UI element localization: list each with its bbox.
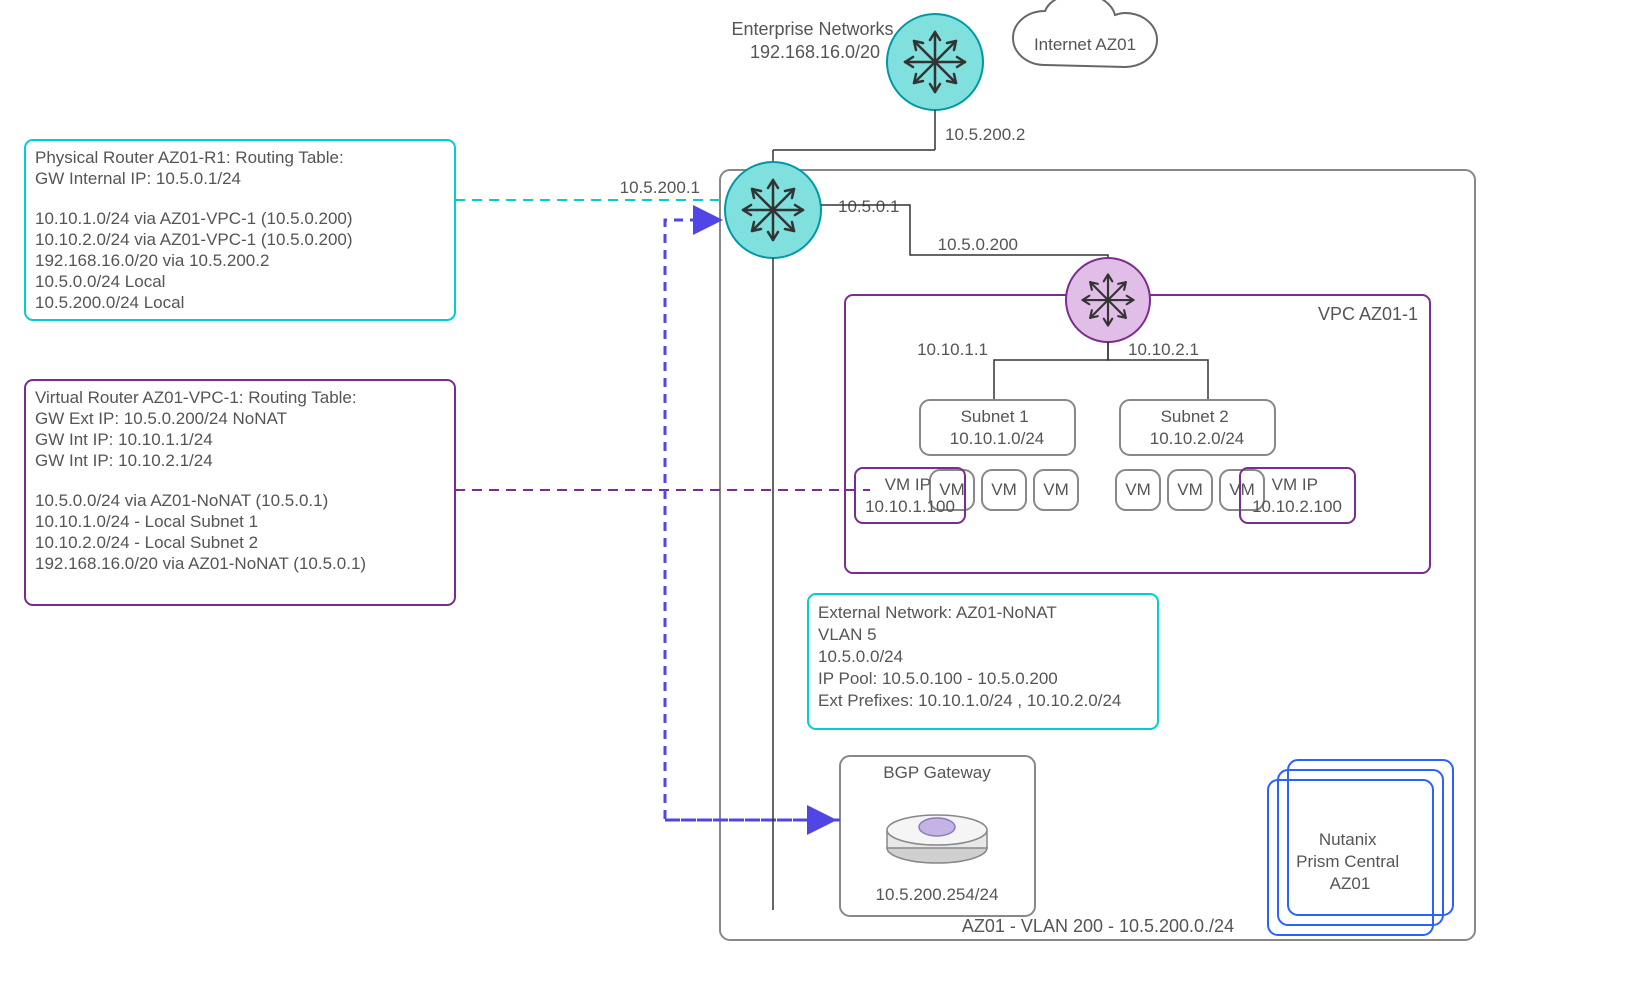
svg-text:10.5.200.0/24 Local: 10.5.200.0/24 Local: [35, 293, 184, 312]
svg-text:External Network: AZ01-NoNAT: External Network: AZ01-NoNAT: [818, 603, 1057, 622]
svg-text:10.5.0.0/24: 10.5.0.0/24: [818, 647, 903, 666]
vpc-router-icon: [1066, 258, 1150, 342]
svg-text:VM: VM: [991, 480, 1017, 499]
svg-text:GW Int IP: 10.10.1.1/24: GW Int IP: 10.10.1.1/24: [35, 430, 213, 449]
bgp-to-physrouter-arrow: [665, 220, 840, 820]
svg-text:Internet AZ01: Internet AZ01: [1034, 35, 1136, 54]
vpc-container: [845, 295, 1430, 573]
svg-text:Nutanix Prism Central: Nutanix Prism Central AZ01: [1296, 830, 1404, 893]
svg-text:10.10.2.0/24 - Local Subnet 2: 10.10.2.0/24 - Local Subnet 2: [35, 533, 258, 552]
internet-cloud: Internet AZ01: [1013, 0, 1157, 67]
svg-text:Ext Prefixes: 10.10.1.0/24 , 1: Ext Prefixes: 10.10.1.0/24 , 10.10.2.0/2…: [818, 691, 1121, 710]
svg-text:10.10.2.0/24 via AZ01-VPC-1 (1: 10.10.2.0/24 via AZ01-VPC-1 (10.5.0.200): [35, 230, 353, 249]
bgp-title: BGP Gateway: [883, 763, 991, 782]
subnet2-gw: 10.10.2.1: [1128, 340, 1199, 359]
svg-text:VM: VM: [1125, 480, 1151, 499]
enterprise-router-icon: [887, 14, 983, 110]
physical-router-routing-box: Physical Router AZ01-R1: Routing Table: …: [25, 140, 455, 320]
svg-text:GW Internal IP: 10.5.0.1/24: GW Internal IP: 10.5.0.1/24: [35, 169, 241, 188]
svg-text:10.10.1.0/24 via AZ01-VPC-1 (1: 10.10.1.0/24 via AZ01-VPC-1 (10.5.0.200): [35, 209, 353, 228]
svg-text:10.10.1.0/24 - Local Subnet 1: 10.10.1.0/24 - Local Subnet 1: [35, 512, 258, 531]
bgp-device-icon: [887, 815, 987, 863]
physical-router-icon: [725, 162, 821, 258]
svg-text:GW Ext IP: 10.5.0.200/24 NoNAT: GW Ext IP: 10.5.0.200/24 NoNAT: [35, 409, 287, 428]
enterprise-link-ip: 10.5.200.2: [945, 125, 1025, 144]
phys-router-wan-ip: 10.5.200.1: [620, 178, 700, 197]
svg-text:10.5.0.0/24 via AZ01-NoNAT (10: 10.5.0.0/24 via AZ01-NoNAT (10.5.0.1): [35, 491, 328, 510]
svg-text:IP Pool: 10.5.0.100 - 10.5.0.2: IP Pool: 10.5.0.100 - 10.5.0.200: [818, 669, 1058, 688]
svg-text:VM: VM: [1043, 480, 1069, 499]
subnet1-gw: 10.10.1.1: [917, 340, 988, 359]
subnet2-label: Subnet 2 10.10.2.0/24: [1150, 407, 1245, 448]
enterprise-label: Enterprise Networks 192.168.16.0/20: [731, 19, 898, 62]
external-network-box: External Network: AZ01-NoNAT VLAN 5 10.5…: [808, 594, 1158, 729]
svg-text:VLAN 5: VLAN 5: [818, 625, 877, 644]
svg-text:Virtual Router AZ01-VPC-1: Rou: Virtual Router AZ01-VPC-1: Routing Table…: [35, 388, 357, 407]
prism-central-stack: Nutanix Prism Central AZ01: [1268, 760, 1453, 935]
vm-row: VM VM VM VM VM VM: [930, 470, 1264, 510]
phys-router-lan-ip: 10.5.0.1: [838, 197, 899, 216]
bgp-ip: 10.5.200.254/24: [876, 885, 999, 904]
svg-text:VM: VM: [1229, 480, 1255, 499]
virtual-router-routing-box: Virtual Router AZ01-VPC-1: Routing Table…: [25, 380, 455, 605]
svg-text:10.5.0.0/24 Local: 10.5.0.0/24 Local: [35, 272, 165, 291]
svg-text:GW Int IP: 10.10.2.1/24: GW Int IP: 10.10.2.1/24: [35, 451, 213, 470]
vpc-title: VPC AZ01-1: [1318, 304, 1418, 324]
subnet1-label: Subnet 1 10.10.1.0/24: [950, 407, 1045, 448]
vm2-ip-label: VM IP 10.10.2.100: [1252, 475, 1342, 516]
vpc-router-ip: 10.5.0.200: [938, 235, 1018, 254]
svg-text:192.168.16.0/20 via 10.5.200.2: 192.168.16.0/20 via 10.5.200.2: [35, 251, 269, 270]
svg-text:Physical Router AZ01-R1: Routi: Physical Router AZ01-R1: Routing Table:: [35, 148, 344, 167]
svg-text:192.168.16.0/20 via AZ01-NoNAT: 192.168.16.0/20 via AZ01-NoNAT (10.5.0.1…: [35, 554, 366, 573]
az01-footer-label: AZ01 - VLAN 200 - 10.5.200.0./24: [962, 916, 1234, 936]
svg-text:VM: VM: [1177, 480, 1203, 499]
